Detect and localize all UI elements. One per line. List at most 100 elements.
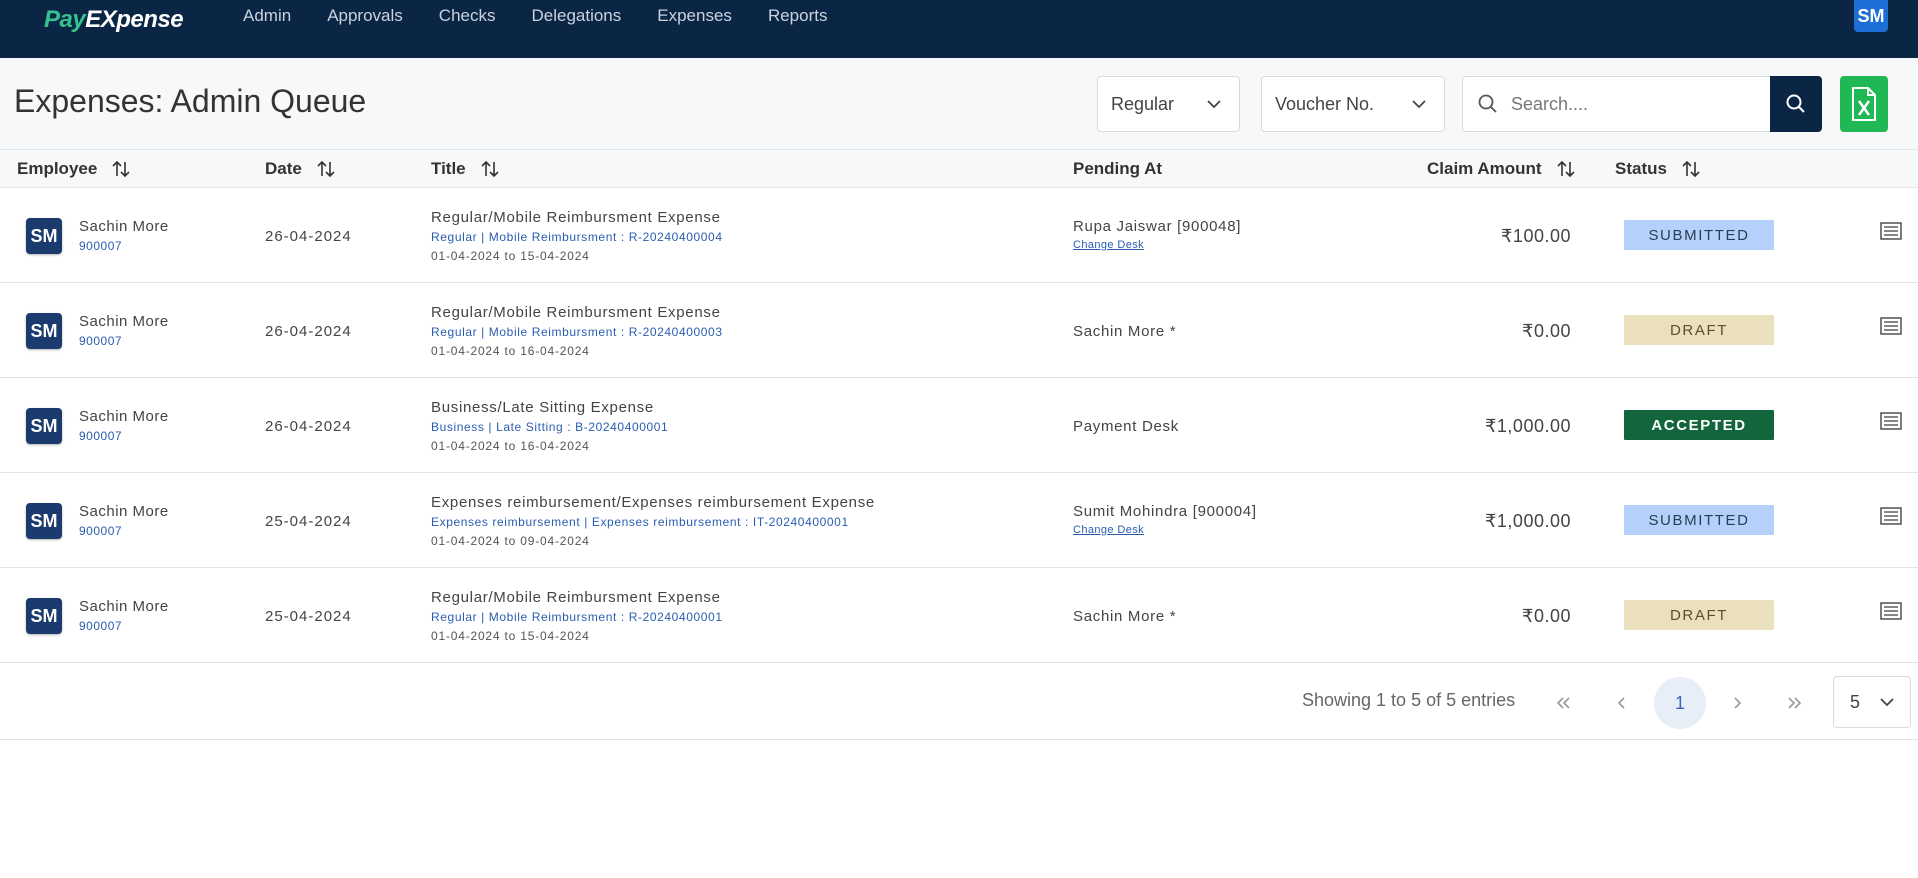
- table-row[interactable]: SM Sachin More 900007 25-04-2024 Expense…: [0, 473, 1918, 568]
- employee-name: Sachin More: [79, 218, 169, 235]
- search-icon: [1786, 94, 1805, 113]
- main-nav: Admin Approvals Checks Delegations Expen…: [243, 6, 863, 26]
- type-select[interactable]: Regular: [1097, 76, 1240, 132]
- details-icon[interactable]: [1880, 412, 1902, 432]
- table-row[interactable]: SM Sachin More 900007 26-04-2024 Regular…: [0, 283, 1918, 378]
- pending-at: Sumit Mohindra [900004]: [1073, 503, 1257, 520]
- expense-date: 26-04-2024: [265, 418, 352, 435]
- col-status[interactable]: Status: [1615, 159, 1701, 179]
- claim-amount: ₹1,000.00: [1484, 511, 1571, 531]
- page-number-button[interactable]: 1: [1654, 677, 1706, 729]
- user-avatar[interactable]: SM: [1854, 0, 1888, 32]
- table-row[interactable]: SM Sachin More 900007 26-04-2024 Busines…: [0, 378, 1918, 473]
- expense-period: 01-04-2024 to 09-04-2024: [431, 534, 590, 548]
- brand-logo-pense: pense: [116, 6, 184, 33]
- status-badge: DRAFT: [1624, 315, 1774, 345]
- details-icon[interactable]: [1880, 317, 1902, 337]
- nav-checks[interactable]: Checks: [439, 6, 496, 26]
- claim-amount: ₹1,000.00: [1484, 416, 1571, 436]
- last-page-button[interactable]: [1769, 677, 1821, 729]
- expense-voucher[interactable]: Regular | Mobile Reimbursment : R-202404…: [431, 325, 723, 339]
- expense-date: 26-04-2024: [265, 228, 352, 245]
- prev-page-button[interactable]: [1596, 677, 1648, 729]
- first-page-button[interactable]: [1537, 677, 1589, 729]
- expense-voucher[interactable]: Business | Late Sitting : B-20240400001: [431, 420, 668, 434]
- export-excel-button[interactable]: [1840, 76, 1888, 132]
- expense-voucher[interactable]: Regular | Mobile Reimbursment : R-202404…: [431, 230, 723, 244]
- employee-id[interactable]: 900007: [79, 524, 122, 538]
- next-page-button[interactable]: [1711, 677, 1763, 729]
- employee-avatar: SM: [26, 503, 62, 539]
- expense-title: Regular/Mobile Reimbursment Expense: [431, 304, 721, 321]
- excel-icon: [1852, 87, 1876, 121]
- sort-icon: [112, 160, 130, 178]
- employee-name: Sachin More: [79, 598, 169, 615]
- expense-period: 01-04-2024 to 15-04-2024: [431, 629, 590, 643]
- employee-id[interactable]: 900007: [79, 239, 122, 253]
- employee-avatar: SM: [26, 218, 62, 254]
- col-claim-amount[interactable]: Claim Amount: [1427, 159, 1576, 179]
- search-icon: [1478, 94, 1497, 113]
- expense-voucher[interactable]: Regular | Mobile Reimbursment : R-202404…: [431, 610, 723, 624]
- chevrons-right-icon: [1788, 697, 1802, 709]
- status-badge: SUBMITTED: [1624, 505, 1774, 535]
- sort-icon: [481, 160, 499, 178]
- details-icon[interactable]: [1880, 222, 1902, 242]
- top-navbar: PayEXpense Admin Approvals Checks Delega…: [0, 0, 1918, 58]
- chevron-down-icon: [1207, 100, 1221, 109]
- claim-amount: ₹100.00: [1500, 226, 1571, 246]
- col-date[interactable]: Date: [265, 159, 336, 179]
- expense-title: Regular/Mobile Reimbursment Expense: [431, 209, 721, 226]
- chevron-down-icon: [1412, 100, 1426, 109]
- change-desk-link[interactable]: Change Desk: [1073, 524, 1144, 536]
- sort-icon: [317, 160, 335, 178]
- rows-per-page-select[interactable]: 5: [1833, 676, 1911, 728]
- expense-period: 01-04-2024 to 16-04-2024: [431, 344, 590, 358]
- employee-id[interactable]: 900007: [79, 619, 122, 633]
- expense-period: 01-04-2024 to 15-04-2024: [431, 249, 590, 263]
- change-desk-link[interactable]: Change Desk: [1073, 239, 1144, 251]
- col-title[interactable]: Title: [431, 159, 500, 179]
- col-claim-amount-label: Claim Amount: [1427, 159, 1542, 178]
- pending-at: Payment Desk: [1073, 418, 1179, 435]
- col-employee[interactable]: Employee: [17, 159, 131, 179]
- table-header: Employee Date Title Pending At Claim Amo…: [0, 150, 1918, 188]
- nav-reports[interactable]: Reports: [768, 6, 828, 26]
- table-row[interactable]: SM Sachin More 900007 26-04-2024 Regular…: [0, 188, 1918, 283]
- search-field-select[interactable]: Voucher No.: [1261, 76, 1445, 132]
- search-input[interactable]: [1511, 93, 1751, 115]
- employee-avatar: SM: [26, 598, 62, 634]
- details-icon[interactable]: [1880, 507, 1902, 527]
- chevron-down-icon: [1880, 698, 1894, 707]
- table-row[interactable]: SM Sachin More 900007 25-04-2024 Regular…: [0, 568, 1918, 663]
- search-field-select-value: Voucher No.: [1275, 93, 1375, 114]
- col-status-label: Status: [1615, 159, 1667, 178]
- expense-date: 25-04-2024: [265, 608, 352, 625]
- expense-voucher[interactable]: Expenses reimbursement | Expenses reimbu…: [431, 515, 849, 529]
- employee-name: Sachin More: [79, 503, 169, 520]
- employee-name: Sachin More: [79, 408, 169, 425]
- expense-date: 26-04-2024: [265, 323, 352, 340]
- col-date-label: Date: [265, 159, 302, 178]
- pending-at: Sachin More *: [1073, 608, 1177, 625]
- chevrons-left-icon: [1556, 697, 1570, 709]
- nav-expenses[interactable]: Expenses: [657, 6, 732, 26]
- pending-at: Sachin More *: [1073, 323, 1177, 340]
- status-badge: ACCEPTED: [1624, 410, 1774, 440]
- brand-logo[interactable]: PayEXpense: [44, 6, 184, 34]
- col-title-label: Title: [431, 159, 466, 178]
- expense-title: Business/Late Sitting Expense: [431, 399, 654, 416]
- nav-delegations[interactable]: Delegations: [531, 6, 621, 26]
- employee-id[interactable]: 900007: [79, 429, 122, 443]
- nav-approvals[interactable]: Approvals: [327, 6, 403, 26]
- details-icon[interactable]: [1880, 602, 1902, 622]
- expense-date: 25-04-2024: [265, 513, 352, 530]
- nav-admin[interactable]: Admin: [243, 6, 291, 26]
- search-button[interactable]: [1770, 76, 1822, 132]
- employee-id[interactable]: 900007: [79, 334, 122, 348]
- type-select-value: Regular: [1111, 93, 1175, 114]
- page-title: Expenses: Admin Queue: [14, 83, 367, 119]
- employee-name: Sachin More: [79, 313, 169, 330]
- chevron-left-icon: [1617, 697, 1625, 709]
- status-badge: SUBMITTED: [1624, 220, 1774, 250]
